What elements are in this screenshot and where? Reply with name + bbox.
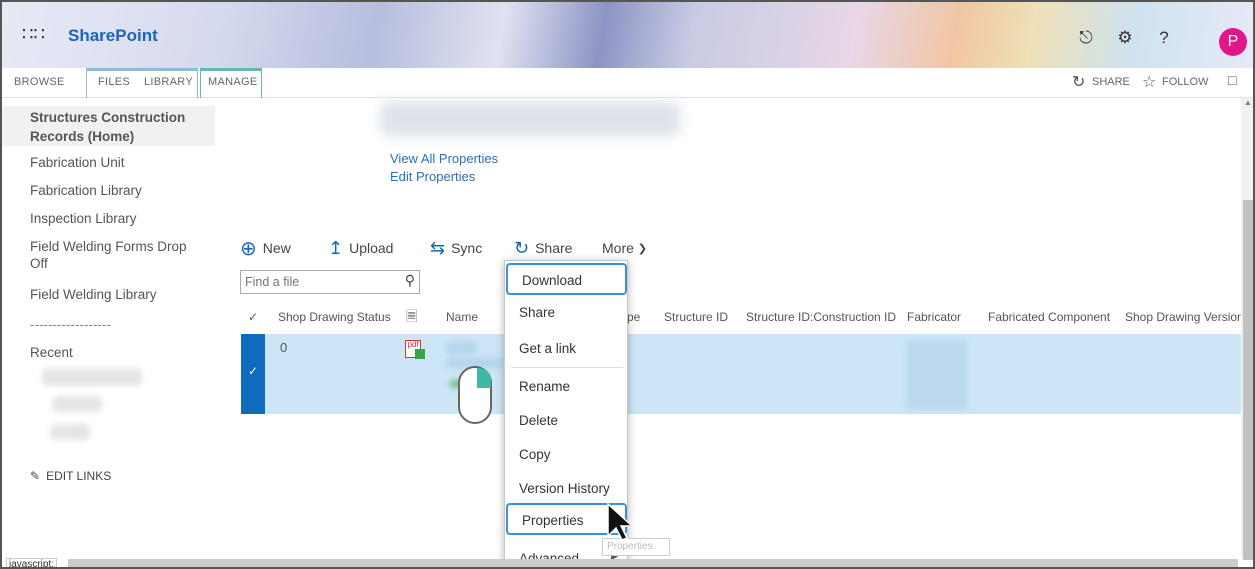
col-fabricator[interactable]: Fabricator (907, 310, 961, 324)
recent-item-redacted[interactable] (50, 424, 90, 440)
star-icon[interactable]: ☆ (1142, 72, 1156, 92)
sync-button[interactable]: ⇆ Sync (430, 236, 482, 260)
share-button[interactable]: ↻ Share (514, 236, 572, 260)
menu-item-version-history[interactable]: Version History (505, 473, 629, 505)
horizontal-scrollbar[interactable] (68, 559, 1238, 567)
share-action[interactable]: SHARE (1092, 76, 1130, 88)
nav-item-fabrication-library[interactable]: Fabrication Library (30, 182, 210, 199)
col-type[interactable]: pe (627, 310, 640, 324)
nav-item-inspection-library[interactable]: Inspection Library (30, 210, 210, 227)
search-icon[interactable]: ⚲ (405, 272, 415, 289)
help-icon[interactable]: ? (1152, 28, 1176, 52)
file-type-icon: 🗏 (406, 308, 418, 324)
share-icon[interactable]: ↻ (1072, 72, 1085, 92)
recent-item-redacted[interactable] (42, 368, 142, 386)
row-name-redacted[interactable] (446, 342, 476, 354)
menu-item-rename[interactable]: Rename (505, 371, 629, 403)
nav-item-field-welding-library[interactable]: Field Welding Library (30, 286, 210, 303)
tab-files[interactable]: FILES (98, 76, 130, 88)
edit-links[interactable]: ✎ EDIT LINKS (30, 468, 210, 485)
sync-icon: ⇆ (430, 237, 446, 258)
col-structure-id[interactable]: Structure ID (664, 310, 728, 324)
brand-title[interactable]: SharePoint (68, 26, 158, 46)
upload-icon: ↥ (328, 237, 344, 258)
app-launcher-icon[interactable]: ∷∷ (22, 24, 45, 44)
nav-separator: ------------------ (30, 317, 111, 332)
notification-bell-icon[interactable]: ⎋ (1074, 28, 1098, 52)
mouse-cursor-icon (607, 502, 634, 541)
find-file-box: ⚲ (240, 270, 420, 294)
view-all-properties-link[interactable]: View All Properties (390, 151, 498, 166)
nav-home[interactable]: Structures Construction Records (Home) (2, 106, 215, 146)
table-row[interactable] (241, 334, 1253, 414)
recent-item-redacted[interactable] (52, 396, 102, 412)
chevron-down-icon: ❯ (637, 242, 648, 255)
upload-button[interactable]: ↥ Upload (328, 236, 393, 260)
select-all-checkbox[interactable]: ✓ (248, 310, 258, 324)
follow-action[interactable]: FOLLOW (1162, 76, 1208, 88)
page-title-redacted (380, 102, 680, 136)
suite-bar: ∷∷ SharePoint ⎋ ⚙ ? P (2, 2, 1253, 68)
new-button[interactable]: ⊕ New (240, 236, 291, 260)
pencil-icon: ✎ (30, 469, 41, 483)
tab-library[interactable]: LIBRARY (144, 76, 193, 88)
menu-item-share[interactable]: Share (505, 297, 629, 329)
tab-manage[interactable]: MANAGE (208, 76, 257, 88)
row-checkbox[interactable]: ✓ (241, 334, 265, 414)
nav-item-fabrication-unit[interactable]: Fabrication Unit (30, 154, 210, 171)
sharepoint-window: ∷∷ SharePoint ⎋ ⚙ ? P BROWSE FILES LIBRA… (0, 0, 1255, 569)
col-fabricated-component[interactable]: Fabricated Component (988, 310, 1110, 324)
edit-properties-link[interactable]: Edit Properties (390, 169, 475, 184)
menu-item-delete[interactable]: Delete (505, 405, 629, 437)
gear-icon[interactable]: ⚙ (1113, 28, 1137, 52)
row-fabricator-redacted (907, 340, 967, 410)
scroll-up-icon[interactable]: ▲ (1244, 98, 1252, 107)
menu-separator (511, 367, 623, 368)
ribbon: BROWSE FILES LIBRARY MANAGE ↻ SHARE ☆ FO… (2, 68, 1253, 98)
col-structure-construction-id[interactable]: Structure ID:Construction ID (746, 310, 896, 324)
plus-circle-icon: ⊕ (240, 237, 257, 260)
find-file-input[interactable] (245, 274, 395, 290)
pdf-file-status-icon (415, 349, 425, 359)
menu-item-copy[interactable]: Copy (505, 439, 629, 471)
left-navigation: Structures Construction Records (Home) F… (2, 98, 215, 558)
menu-item-get-a-link[interactable]: Get a link (505, 333, 629, 365)
nav-item-field-welding-forms[interactable]: Field Welding Forms Drop Off (30, 238, 200, 272)
status-bar: javascript: (6, 558, 58, 567)
share-icon: ↻ (514, 237, 530, 258)
vertical-scrollbar-thumb[interactable] (1243, 200, 1253, 560)
more-button[interactable]: More ❯ (602, 236, 647, 260)
menu-item-download[interactable]: Download (506, 263, 627, 295)
col-name[interactable]: Name (446, 310, 478, 324)
nav-recent[interactable]: Recent (30, 344, 210, 361)
row-shop-drawing-status: 0 (280, 340, 288, 355)
col-shop-drawing-version[interactable]: Shop Drawing Version (1125, 310, 1244, 324)
col-shop-drawing-status[interactable]: Shop Drawing Status (278, 310, 391, 324)
tab-browse[interactable]: BROWSE (14, 76, 65, 88)
focus-mode-icon[interactable]: □ (1228, 72, 1236, 88)
avatar[interactable]: P (1219, 28, 1247, 56)
